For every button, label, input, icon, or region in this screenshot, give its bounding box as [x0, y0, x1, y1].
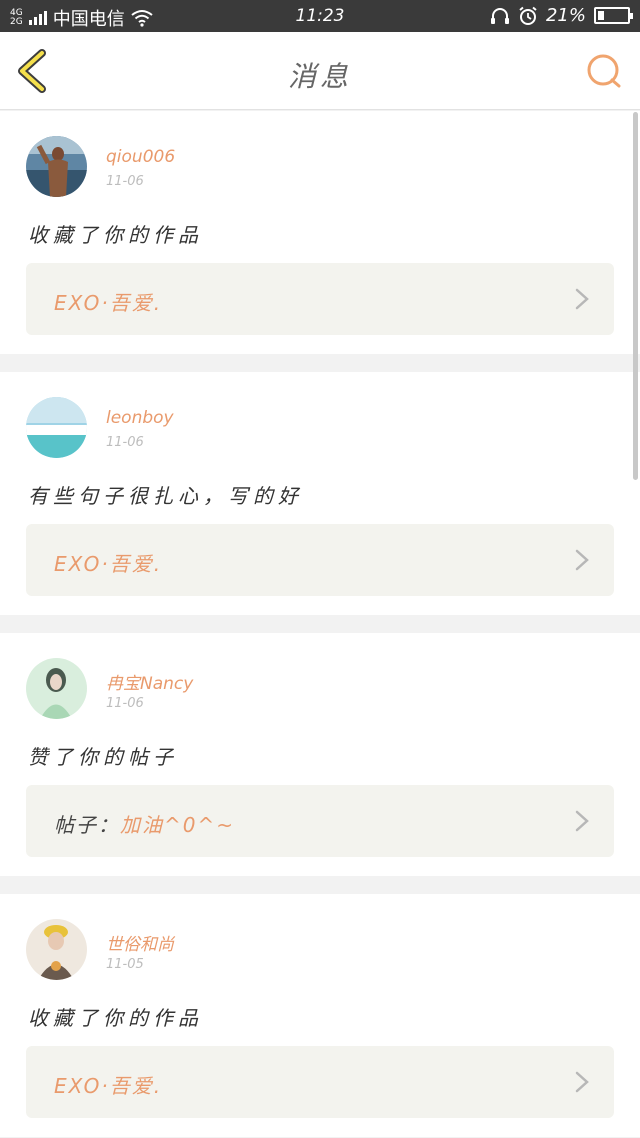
referenced-item[interactable]: EXO·吾爱. [26, 263, 614, 335]
referenced-name: EXO·吾爱. [54, 552, 163, 576]
notification-card: 世俗和尚 11-05 收藏了你的作品 EXO·吾爱. [0, 894, 640, 1137]
chevron-right-icon [575, 810, 589, 832]
message-text: 收藏了你的作品 [28, 223, 203, 247]
referenced-item[interactable]: 帖子：加油^0^~ [26, 785, 614, 857]
referenced-item[interactable]: EXO·吾爱. [26, 1046, 614, 1118]
timestamp: 11-06 [106, 696, 144, 711]
avatar[interactable] [26, 658, 87, 719]
referenced-name: EXO·吾爱. [54, 291, 163, 315]
search-icon[interactable] [584, 51, 624, 91]
timestamp: 11-05 [106, 957, 144, 972]
username[interactable]: leonboy [106, 408, 174, 428]
timestamp: 11-06 [106, 174, 144, 189]
avatar[interactable] [26, 136, 87, 197]
alarm-icon [519, 6, 537, 25]
avatar[interactable] [26, 397, 87, 458]
headphones-icon [490, 7, 509, 24]
referenced-item[interactable]: EXO·吾爱. [26, 524, 614, 596]
referenced-prefix: 帖子： [54, 813, 120, 837]
avatar[interactable] [26, 919, 87, 980]
username[interactable]: 冉宝Nancy [106, 669, 193, 694]
chevron-right-icon [575, 1071, 589, 1093]
notification-card: 冉宝Nancy 11-06 赞了你的帖子 帖子：加油^0^~ [0, 633, 640, 876]
nav-bar: 消息 [0, 32, 640, 110]
message-text: 有些句子很扎心，写的好 [28, 484, 303, 508]
battery-percent: 21% [545, 5, 586, 26]
chevron-right-icon [575, 549, 589, 571]
status-right: 21% [490, 5, 633, 26]
notification-card: leonboy 11-06 有些句子很扎心，写的好 EXO·吾爱. [0, 372, 640, 615]
notification-card: qiou006 11-06 收藏了你的作品 EXO·吾爱. [0, 111, 640, 354]
referenced-name: 加油^0^~ [120, 813, 235, 837]
username[interactable]: 世俗和尚 [106, 930, 174, 955]
message-text: 赞了你的帖子 [28, 745, 178, 769]
battery-fill [598, 11, 604, 20]
referenced-title: 帖子：加油^0^~ [54, 809, 235, 838]
battery-icon [594, 7, 633, 24]
message-text: 收藏了你的作品 [28, 1006, 203, 1030]
referenced-title: EXO·吾爱. [54, 1070, 162, 1099]
status-bar: 4G 2G 中国电信 11:23 21% [0, 0, 640, 32]
scrollbar[interactable] [633, 112, 638, 480]
chevron-right-icon [575, 288, 589, 310]
referenced-title: EXO·吾爱. [54, 548, 162, 577]
notification-list: qiou006 11-06 收藏了你的作品 EXO·吾爱. leonboy 11… [0, 111, 640, 1138]
referenced-name: EXO·吾爱. [54, 1074, 163, 1098]
timestamp: 11-06 [106, 435, 144, 450]
username[interactable]: qiou006 [106, 147, 175, 167]
page-title: 消息 [287, 60, 352, 93]
referenced-title: EXO·吾爱. [54, 287, 162, 316]
